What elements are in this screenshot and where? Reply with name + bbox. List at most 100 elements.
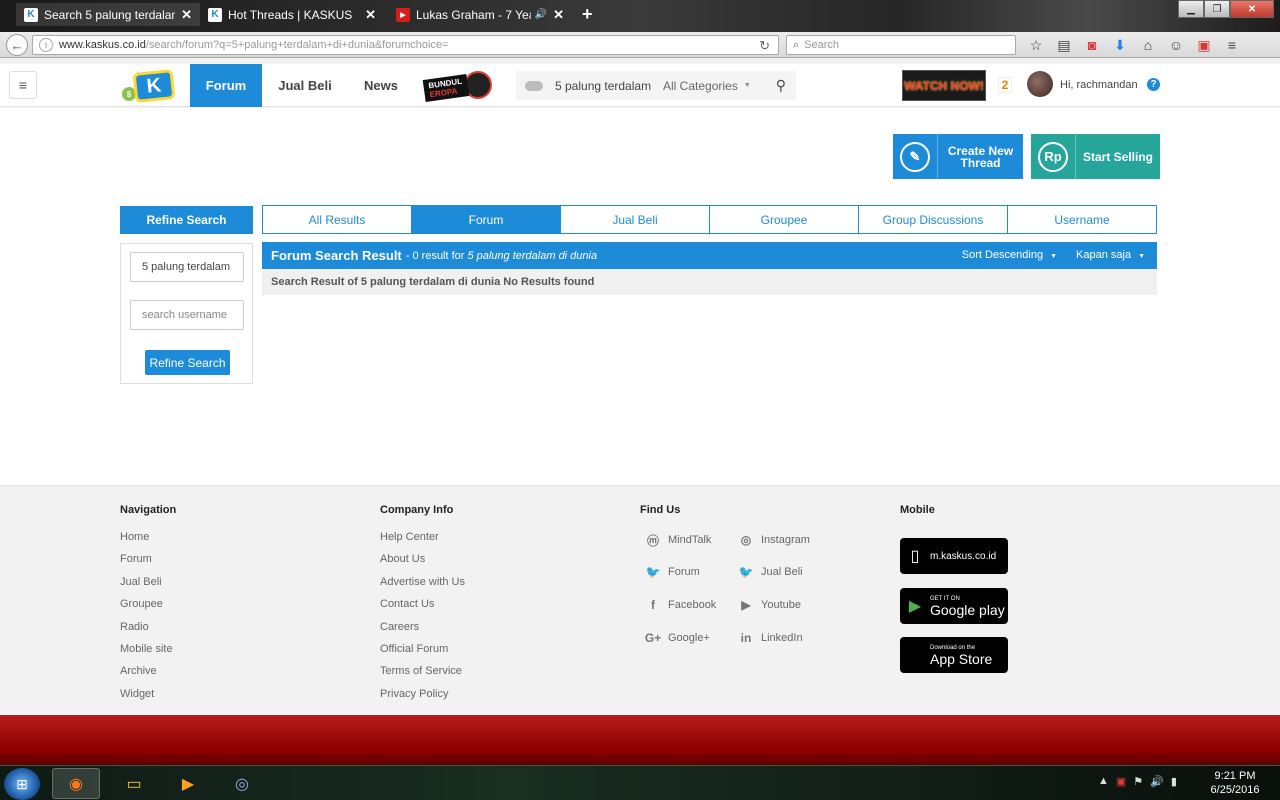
footer-link[interactable]: About Us (380, 552, 465, 574)
category-select[interactable]: All Categories (663, 79, 738, 93)
footer-find-us: Find Us (640, 504, 680, 530)
tab-group-discussions[interactable]: Group Discussions (859, 206, 1008, 233)
tab-all-results[interactable]: All Results (263, 206, 412, 233)
refine-query-input[interactable]: 5 palung terdalam (130, 252, 244, 282)
audio-playing-icon[interactable]: 🔊 (535, 9, 547, 20)
kaskus-logo[interactable]: $ K (122, 68, 182, 104)
footer-link[interactable]: Jual Beli (120, 575, 176, 597)
close-window-icon[interactable]: ✕ (1230, 0, 1274, 18)
bundul-eropa-banner[interactable]: BUNDUL EROPA (422, 69, 496, 103)
watch-now-banner[interactable]: WATCH NOW! (902, 70, 986, 101)
tab-groupee[interactable]: Groupee (710, 206, 859, 233)
network-icon[interactable]: ▮ (1171, 775, 1177, 788)
tray-app-icon[interactable]: ▣ (1116, 775, 1126, 788)
firefox-taskbar-icon[interactable]: ◉ (52, 768, 100, 799)
social-mindtalk[interactable]: ⓜ MindTalk (644, 532, 711, 548)
social-twitter-jual-beli[interactable]: 🐦 Jual Beli (737, 564, 803, 580)
footer-link[interactable]: Widget (120, 687, 176, 709)
system-clock[interactable]: 9:21 PM 6/25/2016 (1200, 769, 1270, 797)
create-thread-button[interactable]: ✎ Create New Thread (893, 134, 1023, 179)
help-icon[interactable]: ? (1147, 78, 1160, 91)
result-type-tabs: All Results Forum Jual Beli Groupee Grou… (262, 205, 1157, 234)
nav-jual-beli[interactable]: Jual Beli (270, 64, 340, 107)
refine-search-button[interactable]: Refine Search (145, 350, 230, 375)
footer-link[interactable]: Home (120, 530, 176, 552)
reload-icon[interactable]: ↻ (759, 38, 770, 54)
addon-icon[interactable]: ▣ (1194, 35, 1214, 55)
avatar[interactable] (1027, 71, 1053, 97)
mobile-site-badge[interactable]: ▯ m.kaskus.co.id (900, 538, 1008, 574)
media-player-taskbar-icon[interactable]: ▶ (164, 768, 212, 799)
browser-search-input[interactable]: ⌕ Search (786, 35, 1016, 55)
site-search-bar[interactable]: 5 palung terdalam All Categories ▼ ⚲ (516, 71, 796, 100)
maximize-icon[interactable]: ❐ (1204, 0, 1230, 18)
social-linkedin[interactable]: in LinkedIn (737, 630, 803, 646)
back-arrow-icon[interactable]: ← (6, 34, 28, 56)
start-selling-button[interactable]: Rp Start Selling (1031, 134, 1160, 179)
site-info-icon[interactable]: i (39, 38, 53, 52)
google-play-badge[interactable]: ▶ GET IT ON Google play (900, 588, 1008, 624)
tray-expand-icon[interactable]: ▲ (1098, 775, 1109, 788)
browser-tab-hot-threads[interactable]: K Hot Threads | KASKUS ✕ (200, 3, 384, 26)
footer-link[interactable]: Mobile site (120, 642, 176, 664)
home-icon[interactable]: ⌂ (1138, 35, 1158, 55)
close-tab-icon[interactable]: ✕ (553, 7, 564, 23)
system-tray: ▲ ▣ ⚑ 🔊 ▮ (1098, 775, 1177, 788)
tab-forum[interactable]: Forum (412, 206, 561, 233)
footer-link[interactable]: Help Center (380, 530, 465, 552)
mindtalk-icon: ⓜ (646, 533, 659, 548)
site-search-input[interactable]: 5 palung terdalam (555, 79, 663, 93)
social-twitter-forum[interactable]: 🐦 Forum (644, 564, 700, 580)
footer-link[interactable]: Forum (120, 552, 176, 574)
app-taskbar-icon[interactable]: ◎ (218, 768, 266, 799)
app-store-badge[interactable]: Download on the App Store (900, 637, 1008, 673)
bookmarks-list-icon[interactable]: ▤ (1054, 35, 1074, 55)
action-center-flag-icon[interactable]: ⚑ (1133, 775, 1143, 788)
footer-link[interactable]: Advertise with Us (380, 575, 465, 597)
time-filter-dropdown[interactable]: Kapan saja ▼ (1076, 249, 1145, 261)
minimize-icon[interactable]: ▁ (1178, 0, 1204, 18)
close-tab-icon[interactable]: ✕ (181, 7, 192, 23)
desktop-background (0, 715, 1280, 765)
file-explorer-taskbar-icon[interactable]: ▭ (110, 768, 158, 799)
start-button[interactable]: ⊞ (4, 768, 40, 800)
tab-username[interactable]: Username (1008, 206, 1156, 233)
nav-news[interactable]: News (352, 64, 410, 107)
footer-link[interactable]: Groupee (120, 597, 176, 619)
footer-link[interactable]: Official Forum (380, 642, 465, 664)
youtube-icon: ▶ (741, 598, 751, 612)
social-youtube[interactable]: ▶ Youtube (737, 597, 801, 613)
user-greeting[interactable]: Hi, rachmandan (1060, 79, 1138, 91)
footer-link[interactable]: Contact Us (380, 597, 465, 619)
volume-icon[interactable]: 🔊 (1150, 775, 1164, 788)
social-googleplus[interactable]: G+ Google+ (644, 630, 710, 646)
pocket-icon[interactable]: ◙ (1082, 35, 1102, 55)
footer-link[interactable]: Radio (120, 620, 176, 642)
hamburger-menu-icon[interactable]: ≡ (9, 71, 37, 99)
sort-dropdown[interactable]: Sort Descending ▼ (962, 249, 1057, 261)
sort-label: Sort Descending (961, 249, 1044, 261)
address-bar[interactable]: i www.kaskus.co.id /search/forum?q=5+pal… (32, 35, 779, 55)
footer-link[interactable]: Careers (380, 620, 465, 642)
footer-link[interactable]: Privacy Policy (380, 687, 465, 709)
nav-forum[interactable]: Forum (190, 64, 262, 107)
emoji-icon[interactable]: ☺ (1166, 35, 1186, 55)
notification-count[interactable]: 2 (998, 77, 1012, 93)
footer-link[interactable]: Terms of Service (380, 664, 465, 686)
facebook-icon: f (651, 598, 655, 612)
close-tab-icon[interactable]: ✕ (365, 7, 376, 23)
create-thread-label: Create New Thread (947, 143, 1014, 170)
footer-link[interactable]: Archive (120, 664, 176, 686)
browser-tab-search[interactable]: K Search 5 palung terdalam ... ✕ (16, 3, 200, 26)
bookmark-star-icon[interactable]: ☆ (1026, 35, 1046, 55)
result-summary: - 0 result for (405, 249, 465, 262)
social-facebook[interactable]: f Facebook (644, 597, 716, 613)
new-tab-button[interactable]: + (582, 4, 593, 25)
download-icon[interactable]: ⬇ (1110, 35, 1130, 55)
browser-tab-youtube[interactable]: ▶ Lukas Graham - 7 Years... 🔊 ✕ (388, 3, 572, 26)
tab-jual-beli[interactable]: Jual Beli (561, 206, 710, 233)
menu-icon[interactable]: ≡ (1222, 35, 1242, 55)
username-search-input[interactable]: search username (130, 300, 244, 330)
social-instagram[interactable]: ◎ Instagram (737, 532, 810, 548)
search-icon[interactable]: ⚲ (776, 77, 786, 94)
